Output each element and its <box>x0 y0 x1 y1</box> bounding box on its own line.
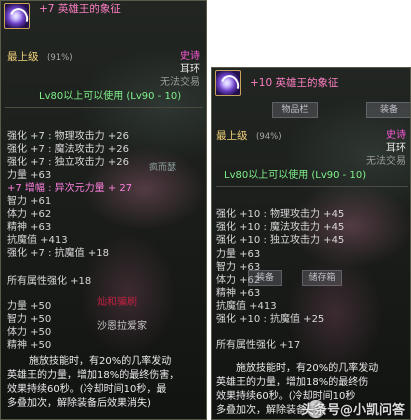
stat-line: 强化 +10 : 物理攻击力 +45 <box>216 209 345 220</box>
tab-equip-bottom[interactable]: 装备 <box>248 270 282 286</box>
grade-label: 最上级 <box>216 130 248 142</box>
trade-status: 无法交易 <box>160 77 200 88</box>
desc-line: 多叠加次，解除装备后效果消失) <box>7 398 151 409</box>
item-tooltip-left: +7 英雄王的象征 最上级 (91%) 史诗 耳环 无法交易 Lv80以上可以使… <box>0 0 207 420</box>
stat-line: 精神 +63 <box>7 222 52 233</box>
item-title: +10 英雄王的象征 <box>250 77 339 89</box>
stat-line: 智力 +61 <box>7 196 52 207</box>
item-icon-earring <box>215 70 243 98</box>
slot-label: 耳环 <box>386 143 406 154</box>
amplify-line: +7 增幅 : 异次元力量 + 27 <box>7 183 133 194</box>
stat-line: 强化 +7 : 抗魔值 +18 <box>7 248 109 259</box>
item-title: +7 英雄王的象征 <box>39 3 121 15</box>
level-requirement: Lv80以上可以使用 (Lv90 - 10) <box>224 170 367 181</box>
stat-line: 精神 +63 <box>216 288 261 299</box>
bg-label: 疯而瑟 <box>149 163 177 173</box>
grade-label: 最上级 <box>7 51 39 63</box>
grade-percent: (91%) <box>47 53 73 63</box>
watermark: 头条号@小凯问答 <box>300 403 405 418</box>
grade-percent: (94%) <box>256 132 282 142</box>
divider <box>5 107 203 108</box>
tab-storage[interactable]: 储存箱 <box>302 270 342 286</box>
stat-line: 抗魔值 +413 <box>7 235 68 246</box>
stat-line: 强化 +7 : 物理攻击力 +26 <box>7 131 129 142</box>
desc-line: 英雄王的力量，增加18%的最终伤 <box>216 377 369 388</box>
stat-line: 强化 +10 : 独立攻击力 +45 <box>216 235 345 246</box>
divider <box>216 186 408 187</box>
desc-line: 英雄王的力量，增加18%的最终伤害， <box>7 370 180 381</box>
stat-line: 强化 +7 : 独立攻击力 +26 <box>7 157 129 168</box>
stat-line: 抗魔值 +413 <box>216 301 277 312</box>
desc-line: 施放技能时，有20%的几率发动 <box>29 356 172 367</box>
item-tooltip-right: 物品栏 装备 +10 英雄王的象征 最上级 (94%) 史诗 耳环 无法交易 L… <box>211 67 411 420</box>
desc-line: 效果持续60秒。(冷却时间10秒，最 <box>7 384 167 395</box>
stat-line: 强化 +10 : 抗魔值 +25 <box>216 314 325 325</box>
stat-line: 强化 +10 : 魔法攻击力 +45 <box>216 222 345 233</box>
bonus-stat: 精神 +50 <box>7 340 52 351</box>
item-icon-earring <box>4 3 32 31</box>
rarity-label: 史诗 <box>386 130 406 141</box>
slot-label: 耳环 <box>180 64 200 75</box>
rarity-label: 史诗 <box>180 51 200 62</box>
bonus-stat: 智力 +50 <box>7 314 52 325</box>
stat-line: 强化 +7 : 魔法攻击力 +26 <box>7 144 129 155</box>
tab-inventory[interactable]: 物品栏 <box>272 102 318 118</box>
level-requirement: Lv80以上可以使用 (Lv90 - 10) <box>39 91 182 102</box>
stat-line: 力量 +63 <box>7 170 52 181</box>
bonus-stat: 力量 +50 <box>7 301 52 312</box>
all-attr-line: 所有属性强化 +17 <box>216 340 301 351</box>
all-attr-line: 所有属性强化 +18 <box>7 276 92 287</box>
stat-line: 力量 +63 <box>216 249 261 260</box>
stat-line: 体力 +62 <box>7 209 52 220</box>
bg-label: 灿和骗刷 <box>97 297 137 308</box>
bg-label: 沙恩拉爱家 <box>97 321 147 332</box>
tab-equip[interactable]: 装备 <box>366 102 410 118</box>
bonus-stat: 体力 +50 <box>7 327 52 338</box>
trade-status: 无法交易 <box>366 156 406 167</box>
desc-line: 施放技能时，有20%的几率发动 <box>236 363 379 374</box>
